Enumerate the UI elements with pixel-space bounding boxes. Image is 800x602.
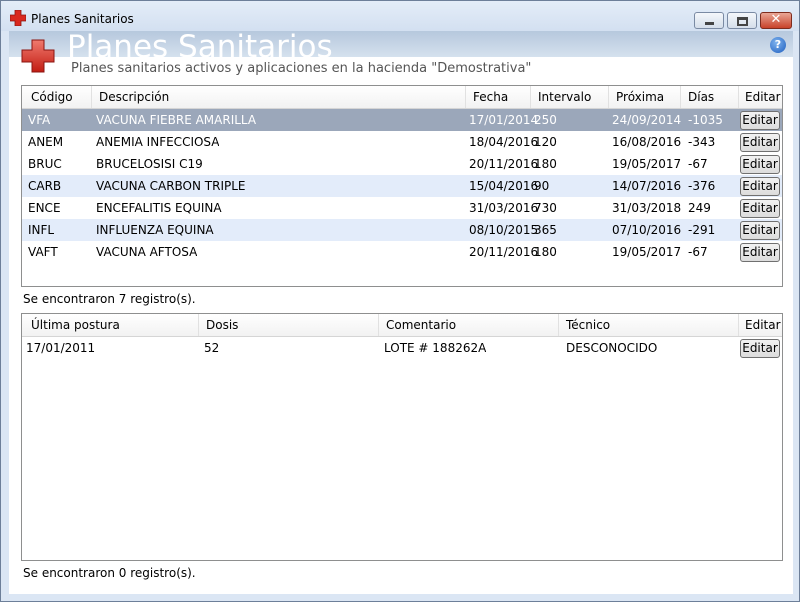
cell-dias: 249 [688,201,711,215]
cell-codigo: BRUC [28,157,62,171]
edit-button[interactable]: Editar [740,133,780,152]
cell-dias: -67 [688,157,708,171]
cell-comentario: LOTE # 188262A [384,341,487,355]
cell-descripcion: VACUNA AFTOSA [96,245,198,259]
help-icon[interactable]: ? [770,37,786,53]
cell-descripcion: VACUNA FIEBRE AMARILLA [96,113,257,127]
cell-proxima: 24/09/2014 [612,113,682,127]
column-header-ultima-postura[interactable]: Última postura [22,314,199,336]
cell-ultima-postura: 17/01/2011 [26,341,96,355]
cell-codigo: VAFT [28,245,58,259]
cell-fecha: 17/01/2014 [469,113,539,127]
applications-status: Se encontraron 0 registro(s). [23,566,196,580]
edit-button[interactable]: Editar [740,243,780,262]
cell-codigo: CARB [28,179,62,193]
column-header-editar[interactable]: Editar [739,314,782,336]
cell-dosis: 52 [204,341,220,355]
cell-proxima: 19/05/2017 [612,157,682,171]
table-row[interactable]: CARB VACUNA CARBON TRIPLE 15/04/2016 90 … [22,175,782,197]
column-header-editar[interactable]: Editar [739,86,782,108]
edit-button[interactable]: Editar [740,221,780,240]
cell-intervalo: 365 [534,223,557,237]
column-header-proxima[interactable]: Próxima [609,86,681,108]
cell-descripcion: INFLUENZA EQUINA [96,223,214,237]
cell-intervalo: 90 [534,179,550,193]
column-header-dias[interactable]: Días [681,86,739,108]
edit-button[interactable]: Editar [740,199,780,218]
column-header-tecnico[interactable]: Técnico [559,314,739,336]
red-cross-icon [21,39,55,73]
column-header-dosis[interactable]: Dosis [199,314,379,336]
cell-descripcion: ANEMIA INFECCIOSA [96,135,220,149]
cell-proxima: 19/05/2017 [612,245,682,259]
client-area: Planes Sanitarios Planes sanitarios acti… [9,29,793,594]
table-row[interactable]: VFA VACUNA FIEBRE AMARILLA 17/01/2014 25… [22,109,782,131]
column-header-comentario[interactable]: Comentario [379,314,559,336]
column-header-fecha[interactable]: Fecha [466,86,531,108]
title-bar: Planes Sanitarios ✕ [1,1,799,31]
table-row[interactable]: 17/01/2011 52 LOTE # 188262A DESCONOCIDO… [22,337,782,359]
table-row[interactable]: INFL INFLUENZA EQUINA 08/10/2015 365 07/… [22,219,782,241]
minimize-button[interactable] [694,12,724,29]
edit-button[interactable]: Editar [740,111,780,130]
cell-codigo: INFL [28,223,55,237]
cell-fecha: 20/11/2016 [469,245,539,259]
cell-intervalo: 730 [534,201,557,215]
page-title: Planes Sanitarios [67,29,333,65]
cell-proxima: 16/08/2016 [612,135,682,149]
cell-fecha: 20/11/2016 [469,157,539,171]
close-icon: ✕ [770,12,782,27]
cell-proxima: 31/03/2018 [612,201,682,215]
close-button[interactable]: ✕ [760,12,792,29]
cell-fecha: 18/04/2016 [469,135,539,149]
applications-grid-header: Última postura Dosis Comentario Técnico … [22,314,782,337]
cell-proxima: 07/10/2016 [612,223,682,237]
red-cross-icon [10,10,26,26]
cell-fecha: 08/10/2015 [469,223,539,237]
plans-status: Se encontraron 7 registro(s). [23,292,196,306]
cell-descripcion: BRUCELOSISI C19 [96,157,203,171]
cell-intervalo: 180 [534,157,557,171]
cell-intervalo: 250 [534,113,557,127]
maximize-icon [737,17,748,26]
page-subtitle: Planes sanitarios activos y aplicaciones… [71,61,532,76]
window-title: Planes Sanitarios [31,12,134,26]
cell-dias: -67 [688,245,708,259]
edit-button[interactable]: Editar [740,155,780,174]
applications-grid: Última postura Dosis Comentario Técnico … [21,313,783,561]
cell-descripcion: ENCEFALITIS EQUINA [96,201,222,215]
table-row[interactable]: ANEM ANEMIA INFECCIOSA 18/04/2016 120 16… [22,131,782,153]
cell-intervalo: 120 [534,135,557,149]
cell-dias: -1035 [688,113,723,127]
cell-codigo: ANEM [28,135,64,149]
cell-codigo: VFA [28,113,51,127]
table-row[interactable]: VAFT VACUNA AFTOSA 20/11/2016 180 19/05/… [22,241,782,263]
table-row[interactable]: ENCE ENCEFALITIS EQUINA 31/03/2016 730 3… [22,197,782,219]
column-header-intervalo[interactable]: Intervalo [531,86,609,108]
column-header-descripcion[interactable]: Descripción [92,86,466,108]
table-row[interactable]: BRUC BRUCELOSISI C19 20/11/2016 180 19/0… [22,153,782,175]
cell-dias: -291 [688,223,716,237]
cell-dias: -343 [688,135,716,149]
edit-button[interactable]: Editar [740,177,780,196]
cell-tecnico: DESCONOCIDO [566,341,658,355]
maximize-button[interactable] [727,12,757,29]
column-header-codigo[interactable]: Código [22,86,92,108]
minimize-icon [705,22,714,25]
cell-intervalo: 180 [534,245,557,259]
cell-dias: -376 [688,179,716,193]
cell-fecha: 15/04/2016 [469,179,539,193]
edit-button[interactable]: Editar [740,339,780,358]
cell-descripcion: VACUNA CARBON TRIPLE [96,179,246,193]
cell-codigo: ENCE [28,201,61,215]
app-window: Planes Sanitarios ✕ Planes Sanitarios Pl… [0,0,800,602]
cell-proxima: 14/07/2016 [612,179,682,193]
cell-fecha: 31/03/2016 [469,201,539,215]
plans-grid: Código Descripción Fecha Intervalo Próxi… [21,85,783,287]
plans-grid-header: Código Descripción Fecha Intervalo Próxi… [22,86,782,109]
